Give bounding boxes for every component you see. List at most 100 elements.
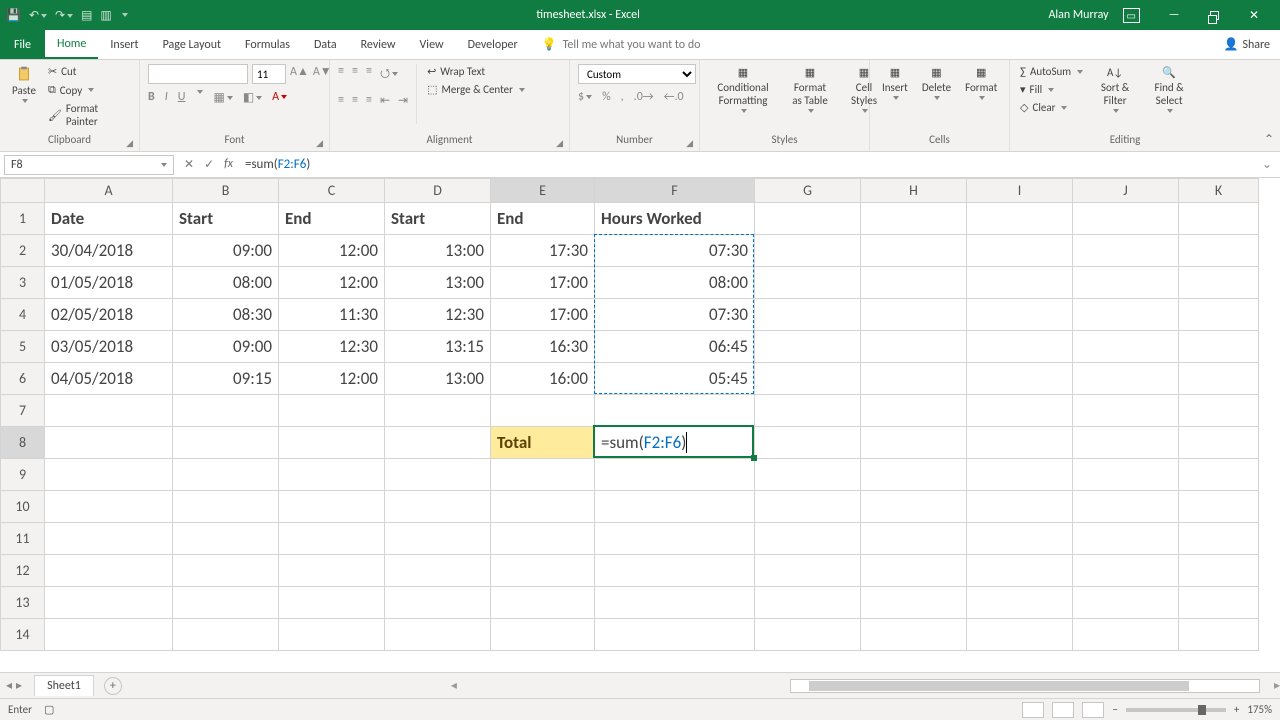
wrap-text-button[interactable]: ↩Wrap Text (425, 64, 527, 79)
redo-icon[interactable]: ↷ (55, 8, 73, 23)
cell[interactable] (279, 523, 385, 555)
tab-home[interactable]: Home (45, 30, 98, 59)
cell[interactable] (385, 395, 491, 427)
cell[interactable] (1179, 619, 1259, 651)
cell[interactable] (1073, 395, 1179, 427)
cell[interactable] (861, 395, 967, 427)
cell[interactable] (385, 427, 491, 459)
normal-view-button[interactable] (1022, 702, 1044, 718)
cell[interactable] (45, 555, 173, 587)
clear-button[interactable]: ◇Clear (1018, 100, 1085, 115)
cell[interactable] (385, 491, 491, 523)
fx-icon[interactable]: fx (224, 157, 233, 172)
increase-font-icon[interactable]: A▲ (290, 64, 309, 84)
cell[interactable] (595, 555, 755, 587)
cell[interactable]: 11:30 (279, 299, 385, 331)
column-header[interactable]: G (755, 179, 861, 203)
formula-input[interactable]: =sum(F2:F6) (239, 157, 1254, 172)
tab-scroll-next-icon[interactable]: ▸ (1274, 678, 1280, 693)
format-cells-button[interactable]: ▦Format (961, 64, 1001, 102)
share-button[interactable]: 👤 Share (1223, 30, 1270, 59)
row-header[interactable]: 13 (1, 587, 45, 619)
decrease-font-icon[interactable]: A▼ (313, 64, 332, 84)
cell[interactable] (1073, 587, 1179, 619)
cell[interactable]: 09:15 (173, 363, 279, 395)
column-header[interactable]: F (595, 179, 755, 203)
dialog-launcher-icon[interactable]: ◢ (316, 138, 323, 149)
save-icon[interactable]: 💾 (6, 8, 21, 23)
format-painter-button[interactable]: 🖌Format Painter (46, 101, 131, 129)
cell[interactable] (173, 523, 279, 555)
cell[interactable] (491, 459, 595, 491)
row-header[interactable]: 1 (1, 203, 45, 235)
cell[interactable] (967, 363, 1073, 395)
cell[interactable] (967, 203, 1073, 235)
cell[interactable] (279, 587, 385, 619)
row-header[interactable]: 6 (1, 363, 45, 395)
cell[interactable] (755, 267, 861, 299)
cell[interactable] (967, 587, 1073, 619)
cell[interactable]: 03/05/2018 (45, 331, 173, 363)
tell-me-search[interactable]: 💡 Tell me what you want to do (542, 30, 701, 59)
cell[interactable] (967, 619, 1073, 651)
cell[interactable] (595, 459, 755, 491)
format-as-table-button[interactable]: ▦Format as Table (784, 64, 836, 115)
bold-button[interactable]: B (148, 90, 155, 105)
cell[interactable] (755, 587, 861, 619)
row-header[interactable]: 8 (1, 427, 45, 459)
zoom-slider[interactable] (1126, 708, 1226, 712)
cell[interactable]: 09:00 (173, 235, 279, 267)
cell[interactable] (1073, 555, 1179, 587)
cell[interactable] (755, 619, 861, 651)
name-box[interactable]: F8 (4, 155, 174, 175)
zoom-level[interactable]: 175% (1247, 703, 1272, 716)
cell[interactable] (385, 523, 491, 555)
cell[interactable]: 04/05/2018 (45, 363, 173, 395)
fill-handle[interactable] (751, 455, 757, 461)
tab-insert[interactable]: Insert (98, 30, 150, 59)
comma-format-icon[interactable]: , (621, 90, 624, 104)
cell[interactable] (173, 427, 279, 459)
row-header[interactable]: 4 (1, 299, 45, 331)
align-left-icon[interactable]: ≡ (338, 93, 344, 108)
horizontal-scrollbar[interactable] (790, 679, 1260, 693)
cell[interactable]: =sum(F2:F6) (595, 427, 755, 459)
cell[interactable] (755, 427, 861, 459)
insert-cells-button[interactable]: ▦Insert (878, 64, 912, 102)
cell[interactable] (861, 523, 967, 555)
cell[interactable] (173, 395, 279, 427)
column-header[interactable]: C (279, 179, 385, 203)
cell[interactable] (1179, 523, 1259, 555)
cell[interactable] (279, 427, 385, 459)
dialog-launcher-icon[interactable]: ◢ (686, 138, 693, 149)
underline-button[interactable]: U (178, 90, 186, 105)
cell[interactable] (173, 587, 279, 619)
cell[interactable] (1179, 587, 1259, 619)
cut-button[interactable]: ✂Cut (46, 64, 131, 79)
cell[interactable] (861, 363, 967, 395)
cell[interactable]: Start (173, 203, 279, 235)
cell[interactable]: Date (45, 203, 173, 235)
cell[interactable] (491, 523, 595, 555)
macro-record-icon[interactable]: ▢ (44, 703, 54, 716)
cell[interactable] (861, 587, 967, 619)
cell[interactable] (1073, 203, 1179, 235)
cancel-formula-icon[interactable]: ✕ (184, 157, 194, 172)
cell[interactable]: 05:45 (595, 363, 755, 395)
cell[interactable] (1179, 555, 1259, 587)
cell[interactable] (173, 619, 279, 651)
copy-button[interactable]: ⧉Copy (46, 82, 131, 98)
qat-icon[interactable]: ▥ (100, 8, 111, 23)
column-header[interactable]: J (1073, 179, 1179, 203)
cell[interactable] (1073, 491, 1179, 523)
cell[interactable] (279, 395, 385, 427)
cell[interactable] (1179, 235, 1259, 267)
row-header[interactable]: 14 (1, 619, 45, 651)
expand-formula-bar-icon[interactable]: ⌄ (1254, 157, 1280, 172)
cell[interactable] (861, 427, 967, 459)
zoom-in-button[interactable]: + (1234, 703, 1239, 716)
cell[interactable] (861, 491, 967, 523)
cell[interactable] (755, 203, 861, 235)
cell[interactable]: 08:00 (595, 267, 755, 299)
delete-cells-button[interactable]: ▦Delete (918, 64, 955, 102)
